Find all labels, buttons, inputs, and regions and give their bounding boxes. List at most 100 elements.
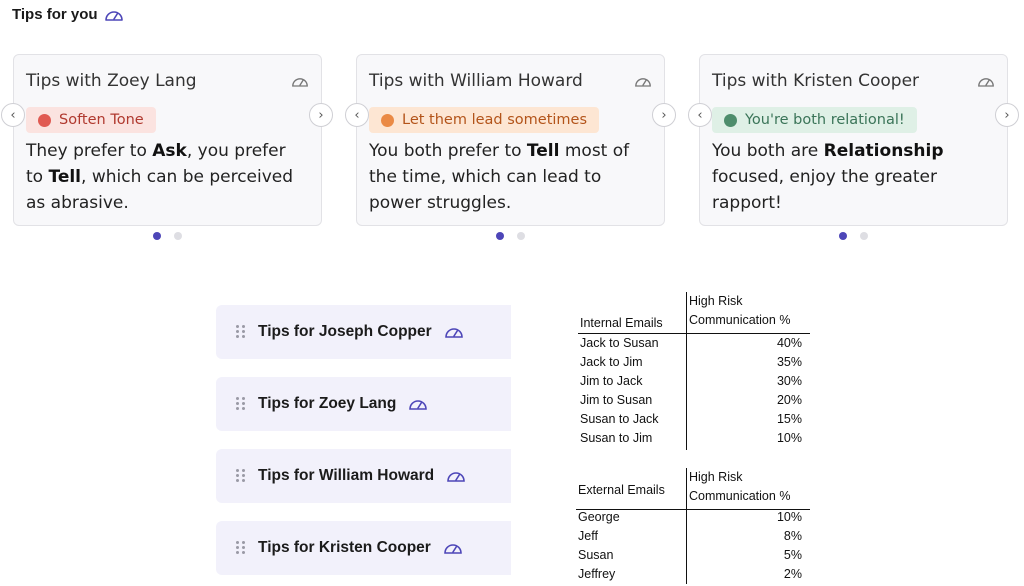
table-cell-value: 10%: [776, 510, 802, 524]
status-dot-icon: [381, 113, 394, 127]
column-header-line: Communication %: [689, 489, 791, 503]
table-row: Susan to Jack 15%: [578, 410, 810, 429]
gauge-icon: [104, 8, 124, 22]
card-title: Tips with Kristen Cooper: [712, 71, 920, 91]
gauge-icon: [444, 325, 464, 339]
carousel-dots: [839, 232, 868, 240]
carousel-dot[interactable]: [860, 232, 868, 240]
table-header: Internal Emails High Risk Communication %: [578, 292, 810, 334]
table-cell-value: 30%: [776, 374, 802, 388]
column-header-line: High Risk: [689, 294, 743, 308]
drag-handle-icon[interactable]: [236, 541, 246, 555]
tip-body: You both are Relationship focused, enjoy…: [712, 138, 993, 216]
gauge-icon[interactable]: [977, 75, 995, 88]
table-row: Susan to Jim 10%: [578, 429, 810, 448]
tips-row-zoey[interactable]: Tips for Zoey Lang: [216, 377, 511, 431]
carousel-dot-active[interactable]: [839, 232, 847, 240]
tips-row-joseph[interactable]: Tips for Joseph Copper: [216, 305, 511, 359]
table-cell-label: Susan to Jim: [580, 431, 653, 445]
badge-label: Soften Tone: [59, 112, 144, 128]
badge-label: Let them lead sometimes: [402, 112, 588, 128]
emphasis-text: Tell: [48, 167, 82, 187]
table-row: Jeff 8%: [576, 527, 810, 546]
drag-handle-icon[interactable]: [236, 325, 246, 339]
carousel-dot[interactable]: [517, 232, 525, 240]
gauge-icon: [408, 397, 428, 411]
carousel-dots: [496, 232, 525, 240]
emphasis-text: Relationship: [823, 141, 944, 161]
table-cell-label: George: [578, 510, 620, 524]
tip-card-kristen: Tips with Kristen Cooper You're both rel…: [699, 54, 1008, 226]
drag-handle-icon[interactable]: [236, 469, 246, 483]
tip-badge: Soften Tone: [26, 107, 156, 133]
table-row: Jim to Susan 20%: [578, 391, 810, 410]
external-emails-table: External Emails High Risk Communication %…: [576, 468, 810, 584]
body-text: focused, enjoy the greater rapport!: [712, 167, 937, 213]
body-text: You both are: [712, 141, 824, 161]
gauge-icon[interactable]: [291, 75, 309, 88]
table-cell-value: 15%: [776, 412, 802, 426]
tips-row-label: Tips for Zoey Lang: [258, 395, 397, 412]
column-header-line: High Risk: [689, 470, 743, 484]
table-cell-label: Jim to Susan: [580, 393, 653, 407]
card-title: Tips with Zoey Lang: [26, 71, 197, 91]
carousel-dot-active[interactable]: [153, 232, 161, 240]
gauge-icon: [446, 469, 466, 483]
tip-card-william: Tips with William Howard Let them lead s…: [356, 54, 665, 226]
tips-row-label: Tips for Joseph Copper: [258, 323, 432, 340]
tip-card-zoey: Tips with Zoey Lang Soften Tone They pre…: [13, 54, 322, 226]
table-cell-value: 40%: [776, 336, 802, 350]
drag-handle-icon[interactable]: [236, 397, 246, 411]
gauge-icon[interactable]: [634, 75, 652, 88]
carousel-next-button[interactable]: ›: [995, 103, 1019, 127]
tip-body: They prefer to Ask, you prefer to Tell, …: [26, 138, 307, 216]
emphasis-text: Tell: [526, 141, 560, 161]
table-row: Jeffrey 2%: [576, 565, 810, 584]
column-header: Internal Emails: [580, 316, 663, 330]
body-text: They prefer to: [26, 141, 153, 161]
section-title: Tips for you: [12, 6, 98, 23]
carousel-prev-button[interactable]: ‹: [345, 103, 369, 127]
table-row: Jack to Susan 40%: [578, 334, 810, 353]
column-header: High Risk Communication %: [689, 468, 790, 506]
table-cell-value: 10%: [776, 431, 802, 445]
table-cell-label: Jack to Susan: [580, 336, 659, 350]
column-header: High Risk Communication %: [689, 292, 790, 330]
table-cell-value: 2%: [783, 567, 802, 581]
tips-row-kristen[interactable]: Tips for Kristen Cooper: [216, 521, 511, 575]
card-title: Tips with William Howard: [369, 71, 583, 91]
table-cell-value: 35%: [776, 355, 802, 369]
column-header: External Emails: [578, 483, 665, 497]
carousel-next-button[interactable]: ›: [309, 103, 333, 127]
carousel-dot-active[interactable]: [496, 232, 504, 240]
tip-body: You both prefer to Tell most of the time…: [369, 138, 650, 216]
tips-row-william[interactable]: Tips for William Howard: [216, 449, 511, 503]
internal-emails-table: Internal Emails High Risk Communication %…: [578, 292, 810, 450]
carousel-prev-button[interactable]: ‹: [1, 103, 25, 127]
carousel-prev-button[interactable]: ‹: [688, 103, 712, 127]
emphasis-text: Ask: [152, 141, 187, 161]
carousel-dot[interactable]: [174, 232, 182, 240]
table-cell-label: Susan: [578, 548, 614, 562]
table-row: Susan 5%: [576, 546, 810, 565]
tips-row-label: Tips for Kristen Cooper: [258, 539, 431, 556]
carousel-next-button[interactable]: ›: [652, 103, 676, 127]
status-dot-icon: [724, 113, 737, 127]
status-dot-icon: [38, 113, 51, 127]
table-cell-label: Susan to Jack: [580, 412, 659, 426]
table-cell-value: 20%: [776, 393, 802, 407]
tip-badge: Let them lead sometimes: [369, 107, 600, 133]
body-text: You both prefer to: [369, 141, 527, 161]
section-header: Tips for you: [12, 6, 124, 23]
tip-badge: You're both relational!: [712, 107, 917, 133]
column-header-line: Communication %: [689, 313, 791, 327]
table-cell-value: 5%: [783, 548, 802, 562]
table-header: External Emails High Risk Communication %: [576, 468, 810, 510]
table-cell-value: 8%: [783, 529, 802, 543]
table-cell-label: Jeff: [578, 529, 598, 543]
table-row: Jack to Jim 35%: [578, 353, 810, 372]
table-row: Jim to Jack 30%: [578, 372, 810, 391]
gauge-icon: [443, 541, 463, 555]
table-cell-label: Jim to Jack: [580, 374, 643, 388]
table-cell-label: Jack to Jim: [580, 355, 643, 369]
